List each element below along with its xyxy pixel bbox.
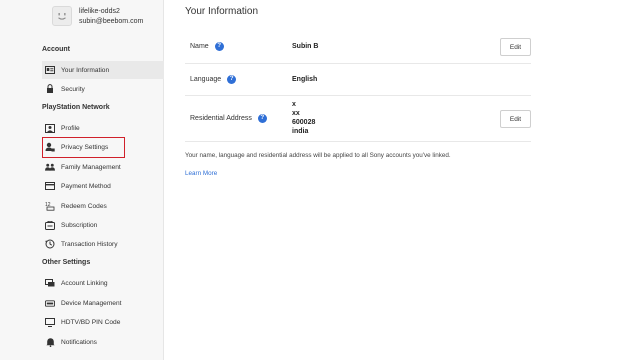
user-email: subin@beebom.com	[79, 18, 144, 25]
help-icon[interactable]: ?	[227, 75, 237, 84]
user-block: lifelike-odds2 subin@beebom.com	[0, 0, 164, 36]
row-label: Language ?	[190, 75, 237, 84]
sidebar-item-redeem-codes[interactable]: 12 Redeem Codes	[42, 197, 164, 215]
section-title-account: Account	[42, 46, 70, 53]
sidebar-item-label: Security	[61, 85, 85, 93]
sidebar-item-label: Profile	[61, 124, 80, 132]
address-line: x	[292, 101, 296, 108]
family-icon	[45, 162, 55, 172]
credit-card-icon	[45, 181, 55, 191]
history-icon	[45, 239, 55, 249]
info-row-name: Name ? Subin B Edit	[185, 32, 531, 64]
sidebar-item-your-information[interactable]: Your Information	[42, 61, 164, 79]
row-label: Residential Address ?	[190, 114, 267, 123]
sidebar-item-label: Device Management	[61, 299, 122, 307]
device-icon	[45, 298, 55, 308]
sidebar-item-payment-method[interactable]: Payment Method	[42, 177, 164, 195]
tv-icon	[45, 317, 55, 327]
edit-name-button[interactable]: Edit	[500, 38, 531, 56]
bell-icon	[45, 337, 55, 347]
section-title-psn: PlayStation Network	[42, 104, 110, 111]
sidebar-item-device-management[interactable]: Device Management	[42, 294, 164, 312]
sidebar-item-subscription[interactable]: Subscription	[42, 216, 164, 234]
sidebar-item-label: Subscription	[61, 221, 98, 229]
sidebar-item-label: Payment Method	[61, 182, 111, 190]
user-name: lifelike-odds2	[79, 8, 120, 15]
sidebar-item-profile[interactable]: Profile	[42, 119, 164, 137]
sidebar-item-transaction-history[interactable]: Transaction History	[42, 235, 164, 253]
lock-icon	[45, 84, 55, 94]
sidebar: lifelike-odds2 subin@beebom.com Account …	[0, 0, 164, 360]
avatar[interactable]	[52, 6, 72, 26]
address-line: 600028	[292, 119, 316, 126]
subscription-icon	[45, 220, 55, 230]
row-label: Name ?	[190, 42, 224, 51]
sidebar-item-label: Account Linking	[61, 279, 108, 287]
help-icon[interactable]: ?	[214, 42, 224, 51]
address-value: x xx 600028 india	[292, 100, 315, 136]
edit-address-button[interactable]: Edit	[500, 110, 531, 128]
sidebar-item-notifications[interactable]: Notifications	[42, 333, 164, 351]
section-title-other-settings: Other Settings	[42, 259, 91, 266]
row-label-text: Language	[190, 76, 222, 83]
learn-more-link[interactable]: Learn More	[185, 170, 217, 177]
sidebar-item-hdtv-bd-pin-code[interactable]: HDTV/BD PIN Code	[42, 313, 164, 331]
privacy-settings-highlight	[42, 137, 125, 158]
sidebar-item-family-management[interactable]: Family Management	[42, 158, 164, 176]
redeem-icon: 12	[45, 201, 55, 211]
help-icon[interactable]: ?	[257, 114, 267, 123]
sidebar-item-account-linking[interactable]: Account Linking	[42, 274, 164, 292]
sidebar-item-label: Your Information	[61, 66, 110, 74]
sidebar-item-security[interactable]: Security	[42, 80, 164, 98]
page-title: Your Information	[185, 6, 259, 17]
sidebar-item-label: Redeem Codes	[61, 202, 107, 210]
id-card-icon	[45, 65, 55, 75]
row-label-text: Residential Address	[190, 115, 252, 122]
info-note: Your name, language and residential addr…	[185, 152, 451, 159]
info-row-address: Residential Address ? x xx 600028 india …	[185, 96, 531, 142]
sidebar-item-label: Family Management	[61, 163, 121, 171]
info-row-language: Language ? English	[185, 64, 531, 96]
sidebar-item-label: Transaction History	[61, 240, 118, 248]
address-line: india	[292, 128, 309, 135]
address-line: xx	[292, 110, 300, 117]
smiley-icon	[58, 13, 66, 20]
name-value: Subin B	[292, 43, 319, 50]
profile-icon	[45, 123, 55, 133]
language-value: English	[292, 76, 318, 83]
sidebar-item-label: Notifications	[61, 338, 97, 346]
sidebar-item-label: HDTV/BD PIN Code	[61, 318, 121, 326]
link-icon	[45, 278, 55, 288]
row-label-text: Name	[190, 43, 209, 50]
